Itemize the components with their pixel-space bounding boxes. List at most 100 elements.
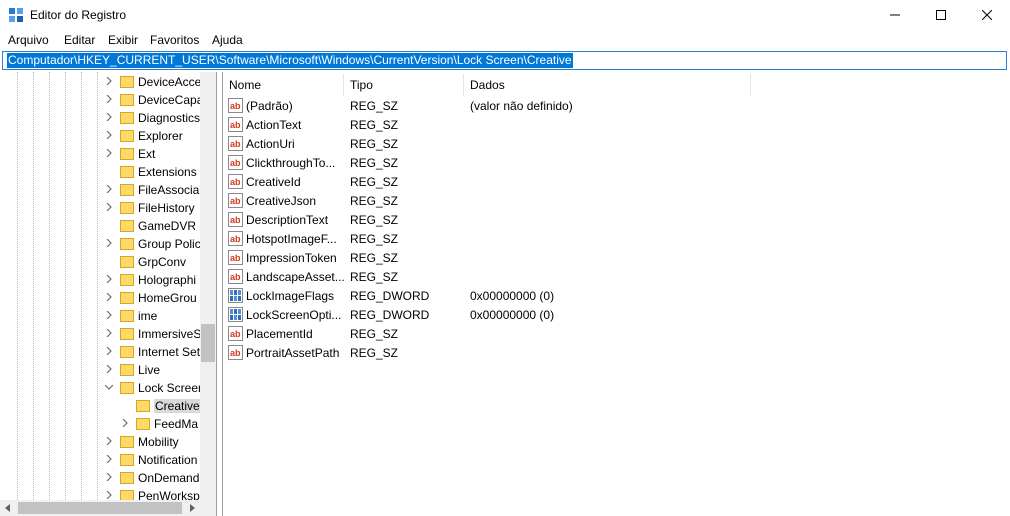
- tree-item[interactable]: DeviceAcce: [0, 73, 202, 91]
- tree-item[interactable]: GameDVR: [0, 217, 200, 235]
- tree-item-selected[interactable]: Creative: [0, 397, 201, 415]
- chevron-right-icon[interactable]: [105, 149, 113, 157]
- tree-item[interactable]: Diagnostics: [0, 109, 200, 127]
- address-bar[interactable]: Computador\HKEY_CURRENT_USER\Software\Mi…: [2, 51, 1007, 70]
- tree-item-label: OnDemand: [138, 471, 200, 485]
- chevron-right-icon[interactable]: [121, 419, 129, 427]
- tree-item[interactable]: OnDemand: [0, 469, 200, 487]
- chevron-right-icon[interactable]: [105, 203, 113, 211]
- menu-ajuda[interactable]: Ajuda: [212, 33, 243, 47]
- chevron-right-icon[interactable]: [105, 275, 113, 283]
- tree-item[interactable]: FeedMa: [0, 415, 200, 433]
- tree-item[interactable]: Live: [0, 361, 200, 379]
- tree-horizontal-scroll-thumb[interactable]: [18, 502, 182, 514]
- value-row[interactable]: ab ActionText REG_SZ: [223, 115, 783, 134]
- scroll-right-arrow-icon[interactable]: [188, 504, 196, 512]
- tree-item[interactable]: Holographi: [0, 271, 200, 289]
- menu-editar[interactable]: Editar: [64, 33, 95, 47]
- folder-icon: [120, 310, 134, 322]
- tree-item[interactable]: Internet Set: [0, 343, 200, 361]
- tree-item[interactable]: ime: [0, 307, 200, 325]
- menu-favoritos[interactable]: Favoritos: [150, 33, 199, 47]
- minimize-button[interactable]: [872, 0, 918, 30]
- value-row[interactable]: ab CreativeJson REG_SZ: [223, 191, 783, 210]
- chevron-right-icon[interactable]: [105, 113, 113, 121]
- value-type: REG_SZ: [350, 194, 399, 208]
- tree-item-label: Extensions: [138, 165, 197, 179]
- string-value-icon: ab: [228, 193, 243, 208]
- tree-horizontal-scrollbar[interactable]: [0, 500, 216, 516]
- tree-item[interactable]: GrpConv: [0, 253, 200, 271]
- chevron-right-icon[interactable]: [105, 95, 113, 103]
- tree-item[interactable]: Explorer: [0, 127, 200, 145]
- tree-vertical-scrollbar[interactable]: [200, 72, 216, 500]
- tree-item[interactable]: Lock Screen: [0, 379, 205, 397]
- value-name: LockScreenOpti...: [246, 308, 342, 322]
- tree-item[interactable]: Mobility: [0, 433, 200, 451]
- value-row[interactable]: ab PortraitAssetPath REG_SZ: [223, 343, 783, 362]
- chevron-right-icon[interactable]: [105, 239, 113, 247]
- tree-item-label: Lock Screen: [138, 381, 205, 395]
- value-name: ClickthroughTo...: [246, 156, 336, 170]
- chevron-right-icon[interactable]: [105, 491, 113, 499]
- tree-item[interactable]: FileAssocia: [0, 181, 200, 199]
- value-row[interactable]: ab ActionUri REG_SZ: [223, 134, 783, 153]
- value-data: 0x00000000 (0): [470, 289, 555, 303]
- maximize-button[interactable]: [918, 0, 964, 30]
- close-icon: [982, 10, 992, 20]
- value-row[interactable]: ab PlacementId REG_SZ: [223, 324, 783, 343]
- folder-icon: [120, 256, 134, 268]
- value-row[interactable]: ab DescriptionText REG_SZ: [223, 210, 783, 229]
- column-header-tipo[interactable]: Tipo: [344, 74, 464, 96]
- tree-item[interactable]: FileHistory: [0, 199, 200, 217]
- folder-icon: [120, 274, 134, 286]
- tree-item[interactable]: Extensions: [0, 163, 200, 181]
- chevron-right-icon[interactable]: [105, 365, 113, 373]
- column-header-nome[interactable]: Nome: [223, 74, 344, 96]
- chevron-right-icon[interactable]: [105, 473, 113, 481]
- chevron-right-icon[interactable]: [105, 293, 113, 301]
- chevron-right-icon[interactable]: [105, 185, 113, 193]
- menu-arquivo[interactable]: Arquivo: [8, 33, 49, 47]
- value-row[interactable]: ab (Padrão) REG_SZ (valor não definido): [223, 96, 783, 115]
- column-header-dados[interactable]: Dados: [464, 74, 751, 96]
- scroll-left-arrow-icon[interactable]: [4, 504, 12, 512]
- tree-pane[interactable]: DeviceAcce DeviceCapa Diagnostics Explorer E…: [0, 72, 217, 516]
- folder-icon: [136, 400, 150, 412]
- close-button[interactable]: [964, 0, 1010, 30]
- tree-item[interactable]: Notification: [0, 451, 200, 469]
- chevron-right-icon[interactable]: [105, 329, 113, 337]
- chevron-down-icon[interactable]: [105, 383, 113, 391]
- values-list[interactable]: Nome Tipo Dados ab (Padrão) REG_SZ (valor n…: [222, 72, 1010, 516]
- svg-text:ab: ab: [230, 196, 241, 206]
- chevron-right-icon[interactable]: [105, 455, 113, 463]
- value-type: REG_SZ: [350, 175, 399, 189]
- chevron-right-icon[interactable]: [105, 347, 113, 355]
- folder-icon: [120, 436, 134, 448]
- tree-item[interactable]: Group Polic: [0, 235, 201, 253]
- address-path[interactable]: Computador\HKEY_CURRENT_USER\Software\Mi…: [7, 53, 573, 68]
- chevron-right-icon[interactable]: [105, 311, 113, 319]
- menu-exibir[interactable]: Exibir: [108, 33, 138, 47]
- chevron-right-icon[interactable]: [105, 131, 113, 139]
- string-value-icon: ab: [228, 155, 243, 170]
- svg-text:ab: ab: [230, 158, 241, 168]
- chevron-right-icon[interactable]: [105, 77, 113, 85]
- tree-item-label: DeviceAcce: [138, 75, 202, 89]
- value-row[interactable]: ab HotspotImageF... REG_SZ: [223, 229, 783, 248]
- chevron-right-icon[interactable]: [105, 437, 113, 445]
- tree-item[interactable]: Ext: [0, 145, 200, 163]
- value-row[interactable]: LockImageFlags REG_DWORD 0x00000000 (0): [223, 286, 783, 305]
- value-row[interactable]: ab CreativeId REG_SZ: [223, 172, 783, 191]
- tree-item[interactable]: ImmersiveS: [0, 325, 201, 343]
- value-row[interactable]: ab LandscapeAsset... REG_SZ: [223, 267, 783, 286]
- tree-item[interactable]: DeviceCapa: [0, 91, 203, 109]
- value-row[interactable]: LockScreenOpti... REG_DWORD 0x00000000 (0): [223, 305, 783, 324]
- value-row[interactable]: ab ClickthroughTo... REG_SZ: [223, 153, 783, 172]
- tree-vertical-scroll-thumb[interactable]: [201, 324, 215, 362]
- tree-item[interactable]: HomeGrou: [0, 289, 200, 307]
- tree-item-label: Group Polic: [138, 237, 201, 251]
- value-row[interactable]: ab ImpressionToken REG_SZ: [223, 248, 783, 267]
- svg-text:ab: ab: [230, 120, 241, 130]
- value-name: DescriptionText: [246, 213, 329, 227]
